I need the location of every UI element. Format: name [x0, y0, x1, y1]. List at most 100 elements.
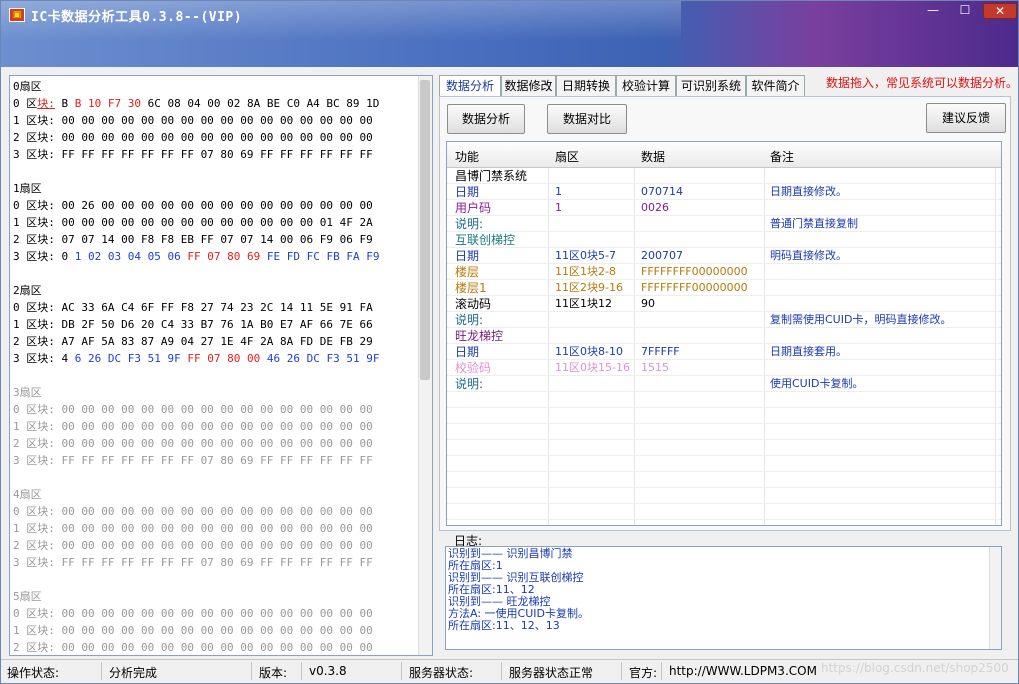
- table-row-empty: [447, 472, 1001, 488]
- table-row[interactable]: 楼层1 11区2块9-16 FFFFFFFF00000000: [447, 280, 1001, 296]
- table-row[interactable]: 楼层 11区1块2-8 FFFFFFFF00000000: [447, 264, 1001, 280]
- table-cell: 日期: [455, 249, 480, 263]
- col-header-function[interactable]: 功能: [455, 148, 479, 165]
- hex-line: 0 区块: AC 33 6A C4 6F FF F8 27 74 23 2C 1…: [13, 301, 373, 314]
- table-cell: 200707: [641, 249, 683, 262]
- hex-line: 2 区块: 00 00 00 00 00 00 00 00 00 00 00 0…: [13, 131, 373, 144]
- app-window: ▣ IC卡数据分析工具0.3.8--(VIP) — ☐ ✕ 0扇区 0 区块: B…: [0, 0, 1019, 684]
- sector-header: 2扇区: [13, 284, 42, 297]
- title-bar[interactable]: ▣ IC卡数据分析工具0.3.8--(VIP) — ☐ ✕: [1, 1, 1018, 67]
- hex-scrollbar-thumb[interactable]: [420, 80, 430, 380]
- server-status-value: 服务器状态正常: [509, 666, 594, 680]
- col-header-remark[interactable]: 备注: [770, 148, 794, 165]
- status-separator: [401, 662, 402, 680]
- compare-button[interactable]: 数据对比: [547, 104, 627, 134]
- minimize-icon[interactable]: —: [919, 3, 947, 19]
- status-separator: [501, 662, 502, 680]
- table-row[interactable]: 说明: 使用CUID卡复制。: [447, 376, 1001, 392]
- table-cell: 1: [555, 185, 562, 198]
- maximize-icon[interactable]: ☐: [951, 3, 979, 19]
- tab-date-convert[interactable]: 日期转换: [556, 75, 616, 97]
- status-separator: [301, 662, 302, 680]
- log-scrollbar[interactable]: [989, 547, 1001, 649]
- table-cell: 普通门禁直接复制: [770, 217, 858, 230]
- result-table[interactable]: 功能 扇区 数据 备注 昌博门禁系统 日期 1 070714 日期直接修改。 用户码 1 00…: [446, 141, 1002, 526]
- app-icon[interactable]: ▣: [9, 8, 25, 22]
- close-icon[interactable]: ✕: [983, 3, 1017, 19]
- tab-data-modify[interactable]: 数据修改: [501, 75, 556, 97]
- table-row[interactable]: 用户码 1 0026: [447, 200, 1001, 216]
- table-row[interactable]: 旺龙梯控: [447, 328, 1001, 344]
- table-cell: 1: [555, 201, 562, 214]
- table-cell: 日期: [455, 185, 480, 199]
- log-line: 所在扇区:11、12、13: [448, 619, 560, 632]
- table-cell: 说明:: [455, 377, 484, 391]
- official-label: 官方:: [629, 666, 658, 680]
- hint-text: 数据拖入，常见系统可以数据分析。: [826, 76, 1019, 90]
- server-status-label: 服务器状态:: [409, 666, 474, 680]
- log-box[interactable]: 识别到—— 识别昌博门禁 所在扇区:1 识别到—— 识别互联创梯控 所在扇区:11、1…: [445, 546, 1002, 650]
- table-row[interactable]: 日期 1 070714 日期直接修改。: [447, 184, 1001, 200]
- table-cell: 1515: [641, 361, 669, 374]
- status-separator: [621, 662, 622, 680]
- table-cell: 明码直接修改。: [770, 249, 847, 262]
- hex-dump-panel[interactable]: 0扇区 0 区块: B B 10 F7 30 6C 08 04 00 02 8A …: [9, 75, 433, 656]
- table-row[interactable]: 校验码 11区0块15-16 1515: [447, 360, 1001, 376]
- official-url-link[interactable]: http://WWW.LDPM3.COM: [669, 664, 817, 678]
- table-row[interactable]: 日期 11区0块8-10 7FFFFF 日期直接套用。: [447, 344, 1001, 360]
- hex-line: 1 区块: DB 2F 50 D6 20 C4 33 B7 76 1A B0 E…: [13, 318, 373, 331]
- table-row[interactable]: 昌博门禁系统: [447, 168, 1001, 184]
- analyze-button[interactable]: 数据分析: [447, 104, 525, 134]
- table-cell: 昌博门禁系统: [455, 169, 528, 183]
- hex-line: 3 区块: FF FF FF FF FF FF FF 07 80 69 FF F…: [13, 148, 373, 161]
- hex-line: 0 区块: 00 26 00 00 00 00 00 00 00 00 00 0…: [13, 199, 373, 212]
- feedback-button[interactable]: 建议反馈: [926, 103, 1006, 133]
- hex-line: 0 区块: 00 00 00 00 00 00 00 00 00 00 00 0…: [13, 607, 373, 620]
- table-cell: 使用CUID卡复制。: [770, 377, 864, 390]
- tab-software-intro[interactable]: 软件简介: [746, 75, 805, 97]
- status-separator: [251, 662, 252, 680]
- table-row[interactable]: 日期 11区0块5-7 200707 明码直接修改。: [447, 248, 1001, 264]
- hex-line: 2 区块: 00 00 00 00 00 00 00 00 00 00 00 0…: [13, 437, 373, 450]
- table-cell: 11区0块5-7: [555, 249, 616, 262]
- watermark: https://blog.csdn.net/shop2500: [821, 661, 1009, 675]
- col-header-sector[interactable]: 扇区: [555, 148, 579, 165]
- table-row[interactable]: 滚动码 11区1块12 90: [447, 296, 1001, 312]
- table-row[interactable]: 说明: 复制需使用CUID卡，明码直接修改。: [447, 312, 1001, 328]
- hex-line: 1 区块: 00 00 00 00 00 00 00 00 00 00 00 0…: [13, 624, 373, 637]
- table-cell: 滚动码: [455, 297, 492, 311]
- table-row-empty: [447, 408, 1001, 424]
- tab-checksum[interactable]: 校验计算: [616, 75, 676, 97]
- table-cell: 说明:: [455, 313, 484, 327]
- table-cell: 90: [641, 297, 655, 310]
- table-cell: 日期直接修改。: [770, 185, 847, 198]
- sector-header: 5扇区: [13, 590, 42, 603]
- hex-line: 1 区块: 00 00 00 00 00 00 00 00 00 00 00 0…: [13, 216, 373, 229]
- table-cell: 070714: [641, 185, 683, 198]
- hex-line: 1 区块: 00 00 00 00 00 00 00 00 00 00 00 0…: [13, 522, 373, 535]
- table-cell: FFFFFFFF00000000: [641, 265, 748, 278]
- table-row[interactable]: 互联创梯控: [447, 232, 1001, 248]
- hex-line: 2 区块: 07 07 14 00 F8 F8 EB FF 07 07 14 0…: [13, 233, 373, 246]
- table-cell: 11区2块9-16: [555, 281, 623, 294]
- hex-scrollbar[interactable]: [418, 76, 432, 655]
- col-header-data[interactable]: 数据: [641, 148, 665, 165]
- status-separator: [661, 662, 662, 680]
- status-separator: [101, 662, 102, 680]
- table-row-empty: [447, 424, 1001, 440]
- table-cell: 0026: [641, 201, 669, 214]
- hex-line: 0 区块: B B 10 F7 30 6C 08 04 00 02 8A BE …: [13, 97, 380, 110]
- hex-line: 2 区块: 00 00 00 00 00 00 00 00 00 00 00 0…: [13, 539, 373, 552]
- table-row[interactable]: 说明: 普通门禁直接复制: [447, 216, 1001, 232]
- table-cell: 互联创梯控: [455, 233, 516, 247]
- window-title: IC卡数据分析工具0.3.8--(VIP): [31, 10, 243, 25]
- op-status-label: 操作状态:: [7, 666, 60, 680]
- table-cell: 说明:: [455, 217, 484, 231]
- table-row-empty: [447, 456, 1001, 472]
- table-cell: 楼层1: [455, 281, 487, 295]
- hex-line: 0 区块: 00 00 00 00 00 00 00 00 00 00 00 0…: [13, 505, 373, 518]
- table-cell: 11区0块8-10: [555, 345, 623, 358]
- hex-line: 1 区块: 00 00 00 00 00 00 00 00 00 00 00 0…: [13, 420, 373, 433]
- tab-recognizable-systems[interactable]: 可识别系统: [676, 75, 746, 97]
- tab-data-analysis[interactable]: 数据分析: [439, 75, 501, 98]
